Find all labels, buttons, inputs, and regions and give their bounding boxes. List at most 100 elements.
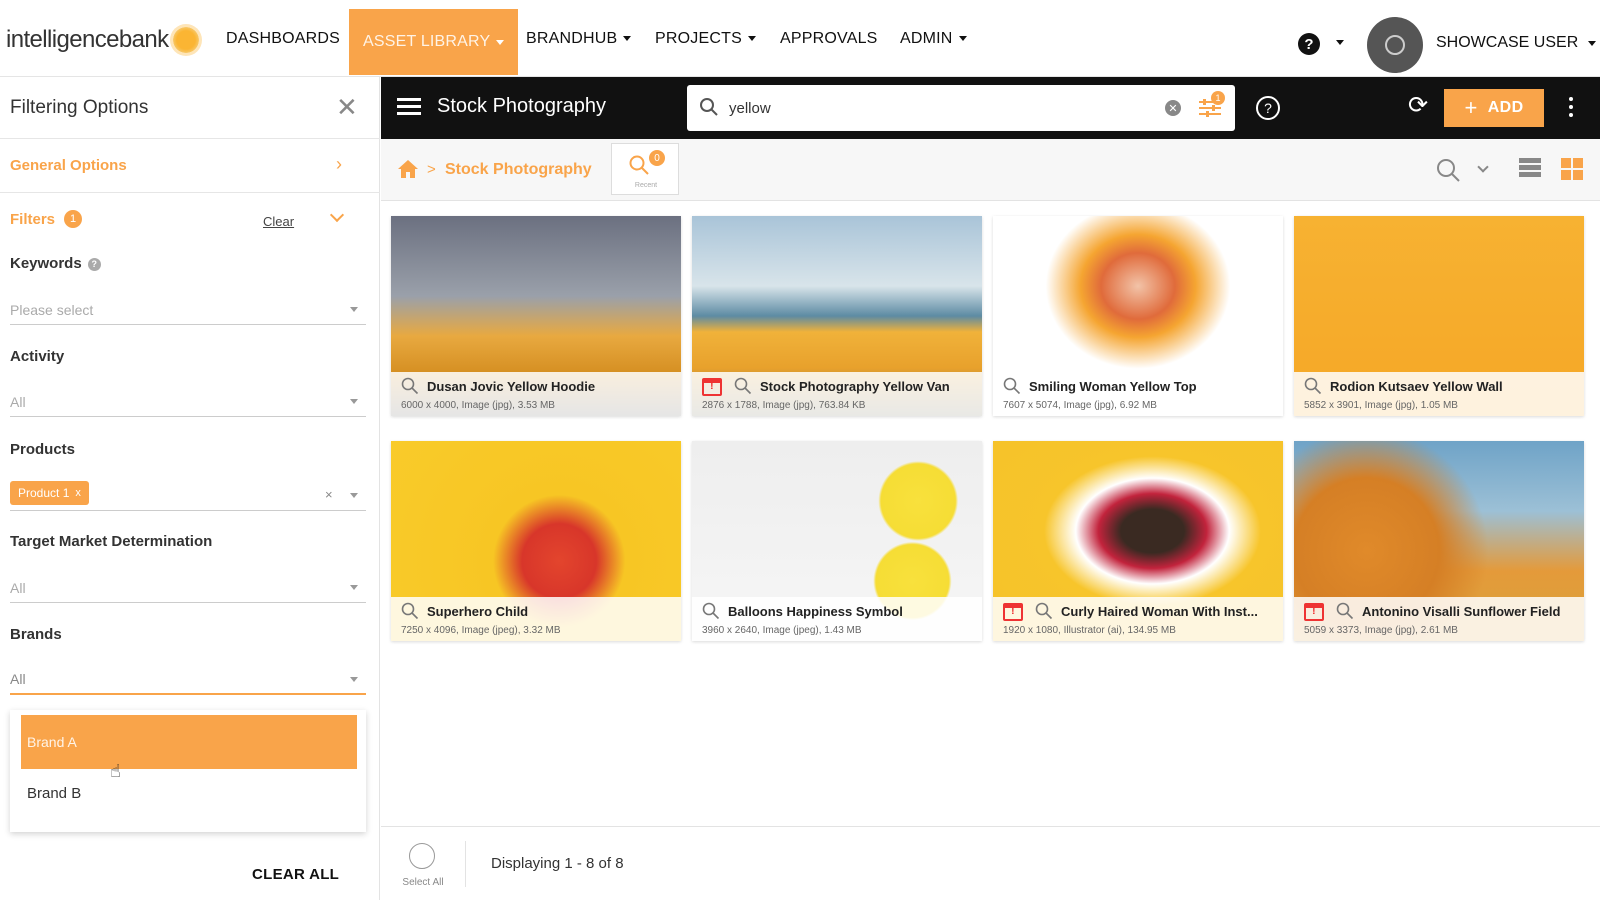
nav-brandhub[interactable]: BRANDHUB <box>526 0 632 77</box>
chevron-down-icon <box>350 677 358 682</box>
asset-card[interactable]: Antonino Visalli Sunflower Field 5059 x … <box>1294 441 1584 641</box>
recent-searches-button[interactable]: 0 Recent <box>611 143 679 195</box>
preview-icon[interactable] <box>401 602 419 620</box>
asset-card[interactable]: Balloons Happiness Symbol 3960 x 2640, I… <box>692 441 982 641</box>
preview-icon[interactable] <box>401 377 419 395</box>
home-icon[interactable] <box>397 159 419 179</box>
preview-icon[interactable] <box>1003 377 1021 395</box>
chevron-down-icon <box>747 36 756 41</box>
help-caret-icon[interactable] <box>1336 40 1344 45</box>
hamburger-menu-icon[interactable] <box>397 98 421 116</box>
avatar[interactable] <box>1367 17 1423 73</box>
list-view-icon[interactable] <box>1519 158 1541 178</box>
asset-title[interactable]: Superhero Child <box>427 604 528 619</box>
chevron-down-icon <box>958 36 967 41</box>
expiry-calendar-icon <box>1304 603 1324 621</box>
hand-cursor-icon: ☝ <box>110 761 121 781</box>
asset-card[interactable]: Rodion Kutsaev Yellow Wall 5852 x 3901, … <box>1294 216 1584 416</box>
search-box: ✕ 1 <box>687 85 1235 131</box>
brand-option-b[interactable]: Brand B <box>27 785 81 802</box>
breadcrumb-bar: > Stock Photography 0 Recent <box>381 139 1600 201</box>
breadcrumb-current[interactable]: Stock Photography <box>445 161 592 179</box>
clear-search-icon[interactable]: ✕ <box>1165 100 1181 116</box>
asset-title[interactable]: Smiling Woman Yellow Top <box>1029 379 1197 394</box>
nav-approvals[interactable]: APPROVALS <box>780 0 878 77</box>
library-title: Stock Photography <box>437 95 606 117</box>
chevron-right-icon[interactable]: › <box>336 154 342 175</box>
asset-card[interactable]: Stock Photography Yellow Van 2876 x 1788… <box>692 216 982 416</box>
clear-products-icon[interactable]: × <box>325 487 333 502</box>
help-icon[interactable]: ? <box>1256 96 1280 120</box>
chevron-down-icon <box>350 307 358 312</box>
products-label: Products <box>10 441 76 458</box>
asset-title[interactable]: Dusan Jovic Yellow Hoodie <box>427 379 595 394</box>
preview-icon[interactable] <box>1336 602 1354 620</box>
help-icon[interactable]: ? <box>87 257 101 271</box>
close-icon[interactable]: ✕ <box>336 94 358 120</box>
grid-view-icon[interactable] <box>1561 158 1583 180</box>
preview-icon[interactable] <box>734 377 752 395</box>
brands-label: Brands <box>10 626 62 643</box>
select-all-checkbox[interactable] <box>409 843 435 869</box>
nav-asset-library[interactable]: ASSET LIBRARY <box>349 9 519 75</box>
expiry-calendar-icon <box>702 378 722 396</box>
asset-card[interactable]: Dusan Jovic Yellow Hoodie 6000 x 4000, I… <box>391 216 681 416</box>
asset-card[interactable]: Superhero Child 7250 x 4096, Image (jpeg… <box>391 441 681 641</box>
chevron-down-icon <box>1588 40 1597 46</box>
nav-dashboards[interactable]: DASHBOARDS <box>226 0 340 77</box>
activity-select[interactable]: All <box>10 387 366 417</box>
asset-info: 6000 x 4000, Image (jpg), 3.53 MB <box>401 400 555 411</box>
asset-info: 5059 x 3373, Image (jpg), 2.61 MB <box>1304 625 1458 636</box>
asset-title[interactable]: Rodion Kutsaev Yellow Wall <box>1330 379 1503 394</box>
chevron-down-icon[interactable] <box>1477 161 1489 173</box>
search-icon <box>700 98 718 116</box>
chevron-down-icon <box>496 39 505 45</box>
clear-filters-link[interactable]: Clear <box>263 214 294 229</box>
user-icon <box>1385 35 1405 55</box>
nav-projects[interactable]: PROJECTS <box>655 0 756 77</box>
preview-icon[interactable] <box>702 602 720 620</box>
asset-title[interactable]: Stock Photography Yellow Van <box>760 379 950 394</box>
asset-info: 2876 x 1788, Image (jpg), 763.84 KB <box>702 400 866 411</box>
asset-title[interactable]: Curly Haired Woman With Inst... <box>1061 604 1258 619</box>
select-all-label: Select All <box>402 877 444 888</box>
filter-panel-title: Filtering Options <box>10 97 149 118</box>
remove-tag-icon[interactable]: x <box>75 487 81 499</box>
filters-count-badge: 1 <box>64 210 83 228</box>
divider <box>465 841 466 887</box>
preview-icon[interactable] <box>1035 602 1053 620</box>
general-options-link[interactable]: General Options <box>10 157 127 174</box>
add-button[interactable]: + ADD <box>1444 89 1544 127</box>
search-icon <box>629 155 649 175</box>
search-icon[interactable] <box>1435 157 1461 183</box>
search-input[interactable] <box>729 95 1149 121</box>
asset-card[interactable]: Smiling Woman Yellow Top 7607 x 5074, Im… <box>993 216 1283 416</box>
user-menu[interactable]: SHOWCASE USER <box>1436 34 1597 52</box>
chevron-down-icon <box>623 36 632 41</box>
logo[interactable]: intelligencebank <box>6 26 199 54</box>
activity-label: Activity <box>10 348 65 365</box>
asset-title[interactable]: Antonino Visalli Sunflower Field <box>1362 604 1560 619</box>
more-vertical-icon[interactable] <box>1569 97 1573 121</box>
brand-option-a[interactable]: Brand A <box>21 715 357 769</box>
filters-header[interactable]: Filters 1 <box>10 210 83 228</box>
filter-panel: Filtering Options ✕ General Options › Fi… <box>0 77 380 900</box>
product-tag[interactable]: Product 1x <box>10 481 89 505</box>
clear-all-button[interactable]: CLEAR ALL <box>252 866 339 883</box>
brands-select[interactable]: All <box>10 665 366 695</box>
help-icon[interactable]: ? <box>1298 33 1320 55</box>
asset-card[interactable]: Curly Haired Woman With Inst... 1920 x 1… <box>993 441 1283 641</box>
filter-count-badge: 1 <box>1211 91 1225 105</box>
target-market-select[interactable]: All <box>10 573 366 603</box>
sync-icon[interactable]: ⟳ <box>1408 94 1428 118</box>
logo-text: intelligencebank <box>6 26 169 53</box>
keywords-select[interactable]: Please select <box>10 295 366 325</box>
filter-sliders-icon[interactable]: 1 <box>1197 91 1225 124</box>
nav-admin[interactable]: ADMIN <box>900 0 967 77</box>
asset-title[interactable]: Balloons Happiness Symbol <box>728 604 903 619</box>
preview-icon[interactable] <box>1304 377 1322 395</box>
top-navigation: intelligencebank DASHBOARDS ASSET LIBRAR… <box>0 0 1600 77</box>
divider <box>0 138 380 139</box>
asset-info: 5852 x 3901, Image (jpg), 1.05 MB <box>1304 400 1458 411</box>
chevron-down-icon[interactable] <box>329 207 345 223</box>
